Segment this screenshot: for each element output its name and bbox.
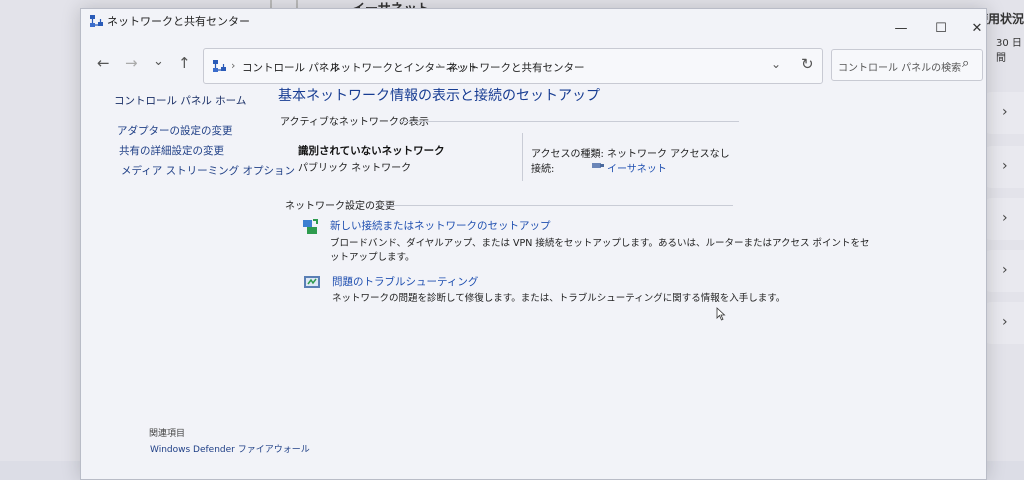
breadcrumb-control-panel[interactable]: コントロール パネル <box>242 60 340 75</box>
connection-label: 接続: <box>531 164 555 175</box>
chevron-right-icon: › <box>1002 210 1008 226</box>
chevron-right-icon: › <box>319 59 324 72</box>
data-usage-period: 30 日間 <box>996 38 1022 64</box>
recent-locations-button[interactable]: ⌄ <box>153 54 164 69</box>
address-bar[interactable]: › コントロール パネル › ネットワークとインターネット › ネットワークと共… <box>203 48 823 84</box>
search-box[interactable]: コントロール パネルの検索 ⌕ <box>831 49 983 81</box>
chevron-right-icon: › <box>1002 158 1008 174</box>
access-type-value: ネットワーク アクセスなし <box>607 149 730 160</box>
ethernet-icon <box>592 163 604 168</box>
sidebar-item-firewall[interactable]: Windows Defender ファイアウォール <box>150 442 310 455</box>
divider <box>381 205 733 206</box>
chevron-right-icon: › <box>1002 104 1008 120</box>
window-title: ネットワークと共有センター <box>107 15 250 28</box>
chevron-right-icon: › <box>231 59 236 72</box>
sidebar-item-adapter-settings[interactable]: アダプターの設定の変更 <box>117 123 233 138</box>
chevron-right-icon: › <box>1002 262 1008 278</box>
setup-new-connection-description: ブロードバンド、ダイヤルアップ、または VPN 接続をセットアップします。あるい… <box>330 238 870 249</box>
mouse-cursor-icon <box>716 307 726 321</box>
setup-new-connection-description-2: ットアップします。 <box>330 252 415 263</box>
access-type-label: アクセスの種類: <box>531 149 604 160</box>
up-button[interactable]: ↑ <box>178 54 191 72</box>
sidebar-home-link[interactable]: コントロール パネル ホーム <box>114 93 246 108</box>
ethernet-connection-link[interactable]: イーサネット <box>607 160 667 175</box>
search-icon[interactable]: ⌕ <box>962 56 969 71</box>
network-icon <box>213 60 226 72</box>
troubleshoot-icon <box>304 276 320 288</box>
close-button[interactable]: ✕ <box>967 21 987 36</box>
back-button[interactable]: ← <box>97 54 110 72</box>
sidebar-item-advanced-sharing[interactable]: 共有の詳細設定の変更 <box>119 143 224 158</box>
breadcrumb-network-sharing-center[interactable]: ネットワークと共有センター <box>448 60 585 75</box>
title-bar[interactable]: ネットワークと共有センター — ☐ ✕ <box>81 9 986 47</box>
setup-new-connection-link[interactable]: 新しい接続またはネットワークのセットアップ <box>330 218 551 233</box>
network-name: 識別されていないネットワーク <box>298 145 445 157</box>
see-also-label: 関連項目 <box>149 429 186 439</box>
refresh-icon[interactable]: ↻ <box>801 55 814 73</box>
troubleshoot-problems-link[interactable]: 問題のトラブルシューティング <box>332 274 478 289</box>
chevron-right-icon: › <box>1002 314 1008 330</box>
address-dropdown-icon[interactable]: ⌄ <box>771 57 781 71</box>
minimize-button[interactable]: — <box>891 21 911 36</box>
network-setup-icon <box>303 219 318 234</box>
chevron-right-icon: › <box>437 59 442 72</box>
page-title: 基本ネットワーク情報の表示と接続のセットアップ <box>278 88 600 104</box>
divider <box>522 133 523 181</box>
change-settings-heading: ネットワーク設定の変更 <box>285 201 395 212</box>
sidebar-item-media-streaming[interactable]: メディア ストリーミング オプション <box>121 163 295 178</box>
network-type-link: パブリック ネットワーク <box>298 163 412 174</box>
network-sharing-center-window: ネットワークと共有センター — ☐ ✕ ← → ⌄ ↑ › コントロール パネル… <box>80 8 987 480</box>
divider <box>399 121 739 122</box>
search-input[interactable]: コントロール パネルの検索 <box>838 59 961 74</box>
forward-button[interactable]: → <box>125 54 138 72</box>
network-icon <box>90 15 103 27</box>
maximize-button[interactable]: ☐ <box>931 21 951 36</box>
troubleshoot-problems-description: ネットワークの問題を診断して修復します。または、トラブルシューティングに関する情… <box>332 293 786 304</box>
